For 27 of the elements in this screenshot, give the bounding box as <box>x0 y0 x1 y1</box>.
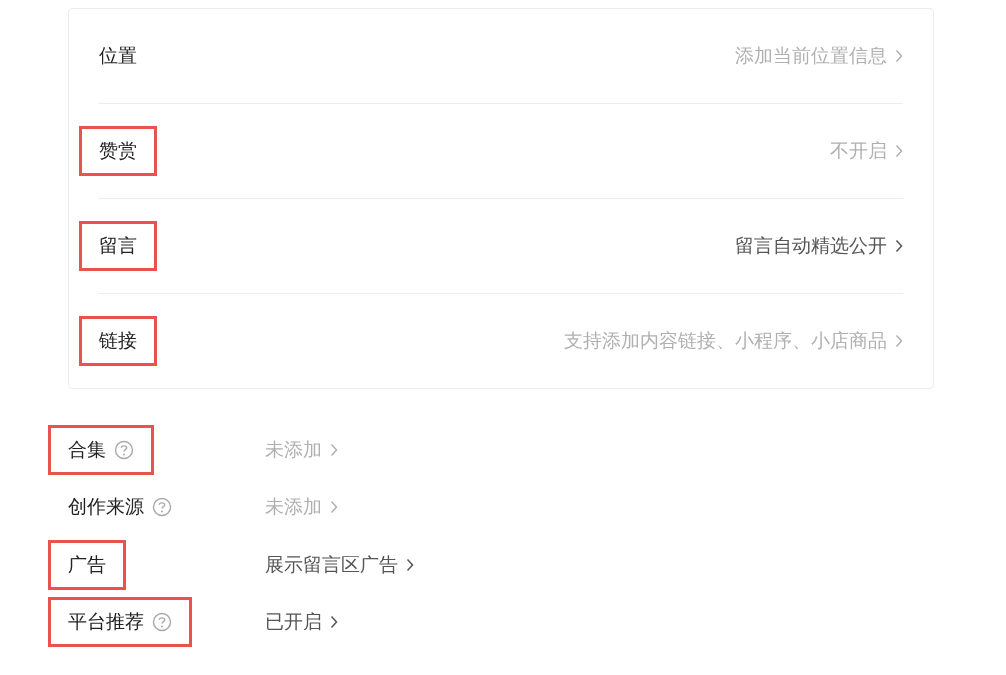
chevron-right-icon <box>330 615 338 630</box>
setting-label: 广告 <box>68 551 106 577</box>
chevron-right-icon <box>895 49 903 63</box>
value-link[interactable]: 支持添加内容链接、小程序、小店商品 <box>564 328 903 354</box>
chevron-right-icon <box>895 334 903 348</box>
chevron-right-icon <box>895 144 903 158</box>
value-link[interactable]: 添加当前位置信息 <box>735 43 903 69</box>
value-link[interactable]: 展示留言区广告 <box>265 551 414 578</box>
help-icon[interactable] <box>152 612 172 633</box>
setting-label: 平台推荐 <box>68 609 144 635</box>
chevron-right-icon <box>895 239 903 253</box>
value-link[interactable]: 留言自动精选公开 <box>735 233 903 259</box>
setting-label: 链接 <box>99 328 137 353</box>
chevron-right-icon <box>330 500 338 515</box>
setting-label: 留言 <box>99 233 137 258</box>
setting-label: 合集 <box>68 436 106 462</box>
value-link[interactable]: 不开启 <box>830 138 903 164</box>
value-link[interactable]: 未添加 <box>265 436 338 463</box>
chevron-right-icon <box>330 442 338 457</box>
help-icon[interactable] <box>152 497 172 518</box>
value-link[interactable]: 已开启 <box>265 609 338 636</box>
setting-label: 位置 <box>99 43 137 68</box>
setting-label: 赞赏 <box>99 138 137 163</box>
help-icon[interactable] <box>114 439 134 460</box>
setting-label: 创作来源 <box>68 494 144 520</box>
chevron-right-icon <box>406 557 414 572</box>
value-link[interactable]: 未添加 <box>265 494 338 521</box>
